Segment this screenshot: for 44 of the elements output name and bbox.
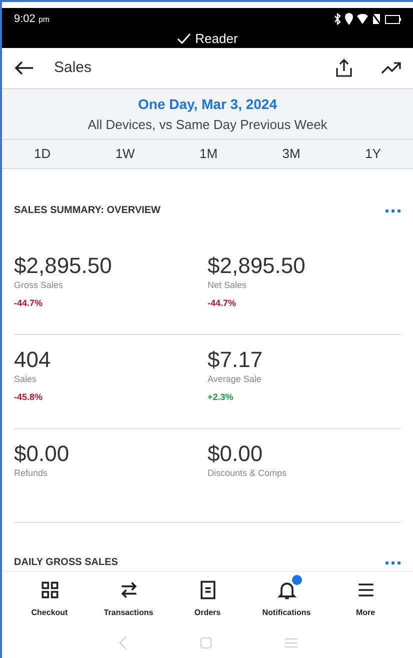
metric-label: Sales <box>14 372 38 386</box>
metric-value: $0.00 <box>208 440 264 467</box>
nav-tab[interactable]: Checkout <box>12 579 88 620</box>
location-icon <box>345 13 353 25</box>
metric-value: $0.00 <box>14 440 70 467</box>
range-tab[interactable]: 1Y <box>365 144 381 164</box>
more-icon[interactable] <box>385 208 401 213</box>
metric-value: 404 <box>14 346 52 373</box>
section-title: DAILY GROSS SALES <box>14 556 118 570</box>
check-icon <box>177 33 192 45</box>
metric-value: $2,895.50 <box>14 252 113 279</box>
metric-label: Average Sale <box>208 372 262 386</box>
metric-change: +2.3% <box>208 391 234 404</box>
page-title: Sales <box>54 58 92 78</box>
section-title: SALES SUMMARY: OVERVIEW <box>14 204 160 218</box>
trend-chart-icon[interactable] <box>381 60 401 75</box>
metric-change: -45.8% <box>14 391 44 404</box>
range-tab[interactable]: 3M <box>282 144 300 164</box>
nav-tab[interactable]: Transactions <box>90 579 166 620</box>
more-icon[interactable] <box>385 560 401 565</box>
metric-label: Net Sales <box>208 278 248 292</box>
metric-value: $2,895.50 <box>208 252 306 279</box>
no-sim-icon <box>372 13 381 25</box>
metric-label: Gross Sales <box>14 278 64 292</box>
reader-status: Reader <box>195 30 238 48</box>
nav-tab[interactable]: Orders <box>170 579 246 620</box>
metric-label: Refunds <box>14 466 49 480</box>
status-time: 9:02 pm <box>14 12 50 27</box>
period-title: One Day, Mar 3, 2024 <box>138 94 278 114</box>
battery-icon <box>385 14 401 24</box>
back-arrow-icon[interactable] <box>14 60 34 76</box>
period-subtitle: All Devices, vs Same Day Previous Week <box>88 116 328 134</box>
metric-change: -44.7% <box>208 297 238 310</box>
metric-change: -44.7% <box>14 297 44 310</box>
wifi-icon <box>357 14 368 24</box>
metric-value: $7.17 <box>208 346 264 373</box>
bluetooth-icon <box>334 13 341 25</box>
range-tab[interactable]: 1W <box>115 144 135 164</box>
nav-tab[interactable]: More <box>328 579 404 620</box>
range-tab[interactable]: 1M <box>200 144 218 164</box>
range-tab[interactable]: 1D <box>34 144 51 164</box>
share-icon[interactable] <box>335 58 353 78</box>
nav-tab[interactable]: Notifications <box>248 579 324 620</box>
metric-label: Discounts & Comps <box>208 466 288 480</box>
